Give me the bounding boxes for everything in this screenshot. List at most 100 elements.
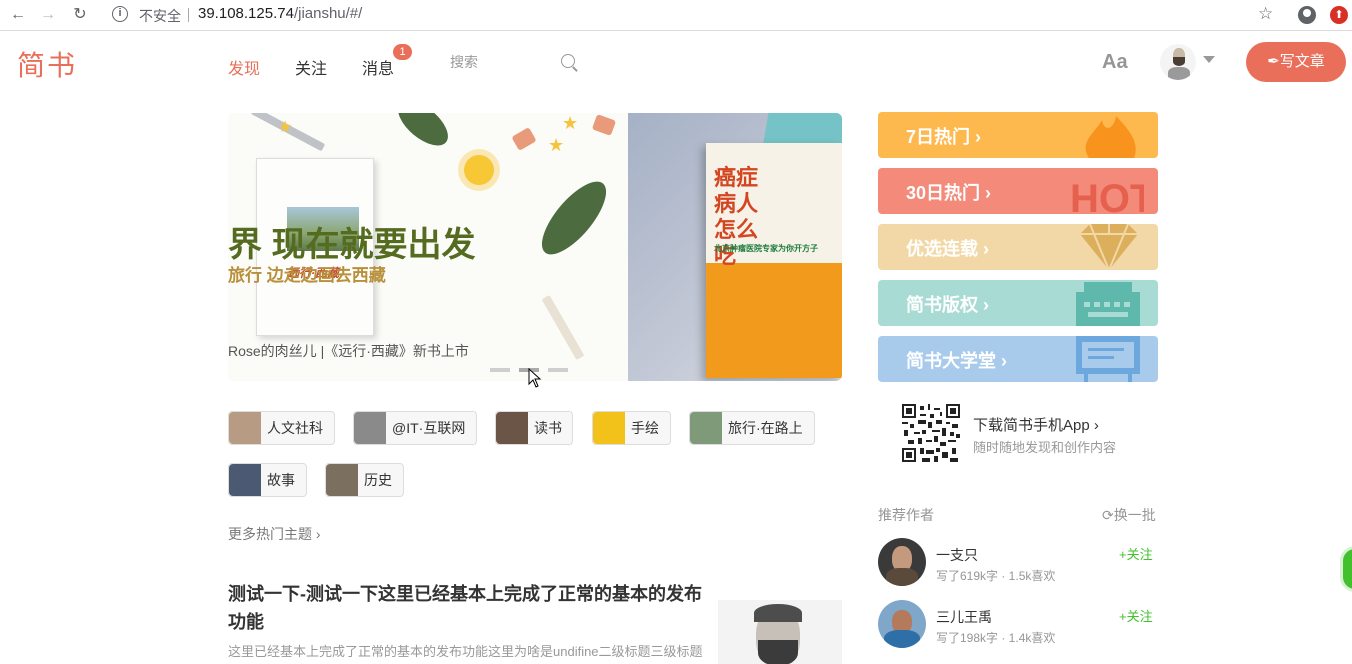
topic-tag[interactable]: 手绘: [592, 411, 671, 445]
topic-tag[interactable]: 读书: [495, 411, 573, 445]
topic-thumbnail: [229, 464, 261, 496]
article-title[interactable]: 测试一下-测试一下这里已经基本上完成了正常的基本的发布功能: [228, 580, 708, 636]
topic-label: 人文社科: [267, 420, 323, 436]
refresh-icon: ⟳: [1102, 507, 1114, 523]
article-abstract: 这里已经基本上完成了正常的基本的发布功能这里为啥是undifine二级标题三级标…: [228, 644, 703, 659]
extension-icon[interactable]: ⬆: [1330, 6, 1348, 24]
board-7day-hot[interactable]: 7日热门 ›: [878, 112, 1158, 158]
refresh-button[interactable]: ⟳换一批: [1102, 505, 1156, 525]
banner-subline: 旅行 边走边画去西藏: [228, 266, 386, 285]
site-logo[interactable]: 简书: [17, 44, 77, 84]
board-label: 简书大学堂 ›: [906, 351, 1007, 371]
write-article-button[interactable]: ✒写文章: [1246, 42, 1346, 82]
hot-icon: HOT: [1070, 177, 1144, 214]
book-band: [706, 263, 842, 378]
blackboard-icon: [1076, 336, 1140, 382]
board-label: 7日热门 ›: [906, 127, 982, 147]
pen-icon: ✒: [1267, 53, 1280, 70]
author-name[interactable]: 一支只: [936, 545, 978, 565]
mouse-cursor-icon: [528, 368, 542, 388]
author-avatar[interactable]: [878, 600, 926, 648]
topic-tag[interactable]: 旅行·在路上: [689, 411, 815, 445]
topic-tag[interactable]: 故事: [228, 463, 307, 497]
app-download-subtitle: 随时随地发现和创作内容: [973, 440, 1117, 455]
more-topics-link[interactable]: 更多热门主题 ›: [228, 524, 321, 544]
back-arrow-icon[interactable]: ←: [8, 6, 28, 24]
topic-thumbnail: [354, 412, 386, 444]
topic-label: 故事: [267, 472, 295, 488]
url-path: /jianshu/#/: [293, 5, 363, 22]
app-download-title: 下载简书手机App: [973, 417, 1090, 434]
author-avatar[interactable]: [878, 538, 926, 586]
message-badge: 1: [393, 44, 412, 60]
nav-follow[interactable]: 关注: [295, 55, 327, 79]
pencil-decoration: [541, 294, 585, 361]
board-label-text: 30日热门: [906, 183, 981, 203]
chevron-down-icon[interactable]: [1203, 56, 1215, 63]
carousel-dot[interactable]: [490, 368, 510, 372]
portrait-hair: [754, 604, 802, 622]
sun-icon: [464, 155, 494, 185]
topic-tag[interactable]: 历史: [325, 463, 404, 497]
star-icon: ★: [278, 119, 293, 136]
book-cover-cookbook: 癌症病人怎么吃 北京肿瘤医院专家为你开方子: [706, 143, 842, 378]
follow-button[interactable]: +关注: [1119, 606, 1153, 625]
site-header: 简书 发现 关注 消息 1 Aa ✒写文章: [0, 32, 1352, 92]
account-icon[interactable]: [1298, 6, 1316, 24]
info-icon[interactable]: i: [112, 6, 128, 22]
fire-icon: [1085, 116, 1136, 158]
address-bar[interactable]: 39.108.125.74/jianshu/#/: [198, 5, 362, 22]
font-settings-button[interactable]: Aa: [1102, 51, 1128, 74]
topic-label: 历史: [364, 472, 392, 488]
user-avatar[interactable]: [1160, 44, 1196, 80]
address-separator: [188, 8, 189, 22]
paperclip-icon: [591, 114, 617, 136]
app-download-link[interactable]: 下载简书手机App ›: [973, 414, 1099, 435]
floating-action-button[interactable]: [1340, 546, 1352, 592]
star-icon: ★: [548, 135, 565, 155]
topic-label: @IT·互联网: [392, 420, 466, 436]
article-thumbnail[interactable]: [718, 600, 842, 664]
board-label-text: 7日热门: [906, 127, 971, 147]
refresh-label: 换一批: [1113, 507, 1156, 523]
board-label-text: 简书版权: [906, 295, 978, 315]
nav-discover[interactable]: 发现: [228, 55, 260, 79]
svg-text:HOT: HOT: [1070, 177, 1144, 214]
diamond-icon: [1080, 224, 1138, 270]
chevron-right-icon: ›: [1093, 417, 1099, 434]
author-name[interactable]: 三儿王禹: [936, 607, 992, 627]
browser-toolbar: ← → ↻ i 不安全 39.108.125.74/jianshu/#/ ☆ ⬆: [0, 0, 1352, 31]
carousel-dot[interactable]: [548, 368, 568, 372]
follow-button[interactable]: +关注: [1119, 544, 1153, 563]
nav-messages[interactable]: 消息: [362, 55, 394, 79]
banner-caption: Rose的肉丝儿 |《远行·西藏》新书上市: [228, 343, 469, 359]
forward-arrow-icon[interactable]: →: [38, 6, 58, 24]
recommend-title: 推荐作者: [878, 507, 934, 523]
board-university[interactable]: 简书大学堂 ›: [878, 336, 1158, 382]
board-label: 简书版权 ›: [906, 295, 989, 315]
typewriter-icon: [1076, 282, 1140, 326]
qr-code-icon[interactable]: [902, 404, 960, 462]
board-30day-hot[interactable]: 30日热门 › HOT: [878, 168, 1158, 214]
reload-icon[interactable]: ↻: [70, 6, 90, 24]
write-article-label: 写文章: [1279, 53, 1325, 70]
banner-carousel[interactable]: ★ 远行·西藏 ★ ★ 界 现在就要出发 旅行 边走边画去西藏 Rose的肉丝儿…: [228, 113, 842, 381]
topic-thumbnail: [229, 412, 261, 444]
board-label: 优选连载 ›: [906, 239, 989, 259]
topic-thumbnail: [690, 412, 722, 444]
topic-label: 手绘: [631, 420, 659, 436]
board-copyright[interactable]: 简书版权 ›: [878, 280, 1158, 326]
board-label: 30日热门 ›: [906, 183, 992, 203]
leaf-decoration: [531, 171, 617, 265]
author-meta: 写了198k字 · 1.4k喜欢: [936, 631, 1056, 645]
banner-headline: 界 现在就要出发: [228, 226, 476, 264]
avatar-shoulders: [886, 568, 918, 586]
topic-tag[interactable]: 人文社科: [228, 411, 335, 445]
topic-label: 旅行·在路上: [728, 420, 803, 436]
board-serialized[interactable]: 优选连载 ›: [878, 224, 1158, 270]
bookmark-star-icon[interactable]: ☆: [1258, 4, 1273, 24]
search-icon[interactable]: [561, 54, 575, 68]
book-subtitle: 北京肿瘤医院专家为你开方子: [714, 244, 818, 253]
leaf-decoration: [390, 113, 456, 154]
topic-tag[interactable]: @IT·互联网: [353, 411, 477, 445]
